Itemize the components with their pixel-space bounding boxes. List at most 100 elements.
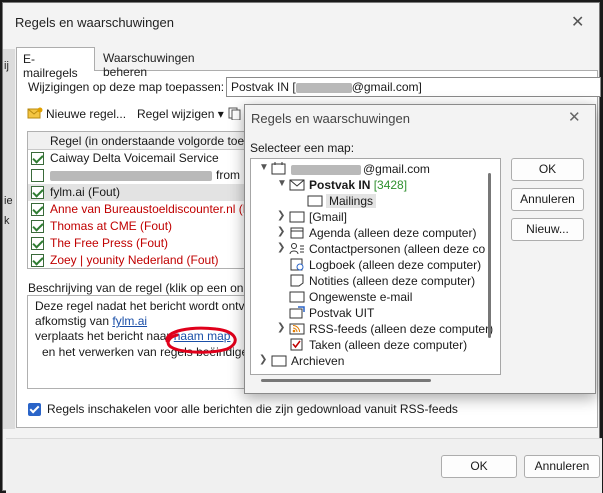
rule-name: fylm.ai (Fout): [50, 185, 121, 199]
select-folder-dialog: Regels en waarschuwingen ✕ Selecteer een…: [244, 104, 596, 394]
rule-row[interactable]: Anne van Bureaustoeldiscounter.nl (F: [28, 201, 254, 218]
folder-value-suffix: @gmail.com]: [351, 80, 422, 94]
chevron-down-icon: ▾: [217, 107, 224, 121]
mail-icon: [289, 179, 305, 191]
chevron-right-icon[interactable]: ❯: [277, 226, 287, 237]
account-label: @gmail.com: [363, 162, 430, 176]
contacts-icon: [289, 243, 304, 255]
chevron-right-icon[interactable]: ❯: [259, 354, 269, 365]
rule-name: Thomas at CME (Fout): [50, 219, 173, 233]
tree-item-label: Contactpersonen (alleen deze co: [309, 242, 486, 256]
folder-select[interactable]: Postvak IN [ @gmail.com]: [226, 77, 601, 97]
rule-name: Zoey | younity Nederland (Fout): [50, 253, 219, 267]
new-rule-label: Nieuwe regel...: [46, 107, 127, 121]
new-folder-button[interactable]: Nieuw...: [511, 218, 584, 241]
tree-item-label: Logboek (alleen deze computer): [309, 258, 482, 272]
description-text: afkomstig van: [35, 314, 113, 328]
tasks-icon: [290, 338, 303, 351]
tree-item-label: Postvak UIT: [309, 306, 375, 320]
apply-folder-label: Wijzigingen op deze map toepassen:: [28, 80, 225, 94]
calendar-icon: [290, 227, 304, 239]
folder-icon: [289, 211, 305, 223]
rule-description-label: Beschrijving van de regel (klik op een o…: [28, 281, 257, 295]
rss-icon: [289, 323, 305, 335]
rss-rules-label: Regels inschakelen voor alle berichten d…: [47, 402, 458, 416]
rule-checkbox[interactable]: [31, 169, 44, 182]
unread-count: [3428]: [373, 178, 408, 192]
account-icon: [271, 162, 286, 175]
notes-icon: [290, 274, 304, 287]
copy-icon: [228, 107, 241, 120]
tree-horizontal-scrollbar[interactable]: [261, 379, 431, 382]
description-text: verplaats het bericht naar: [35, 329, 174, 343]
inbox-label: Postvak IN: [309, 178, 371, 192]
edit-rule-label: Regel wijzigen: [137, 107, 215, 121]
tree-item-label: Archieven: [291, 354, 345, 368]
rule-name: Caiway Delta Voicemail Service: [50, 151, 219, 165]
dialog-title: Regels en waarschuwingen: [15, 15, 174, 30]
folder-icon: [307, 195, 323, 207]
rule-row[interactable]: Zoey | younity Nederland (Fout): [28, 252, 254, 268]
journal-icon: [290, 258, 304, 271]
ok-button[interactable]: OK: [511, 158, 584, 181]
close-icon[interactable]: ✕: [568, 108, 581, 126]
rule-name: Anne van Bureaustoeldiscounter.nl (F: [50, 202, 251, 216]
rule-checkbox[interactable]: [31, 152, 44, 165]
redacted-text: [291, 165, 361, 175]
rules-header-label: Regel (in onderstaande volgorde toeg: [50, 134, 251, 148]
folder-icon: [289, 291, 305, 303]
strip-text: ij: [4, 60, 9, 72]
outbox-icon: [289, 306, 305, 319]
tab-manage-alerts[interactable]: Waarschuwingen beheren: [97, 47, 239, 79]
strip-text: ie: [4, 195, 13, 207]
description-line: afkomstig van fylm.ai: [35, 314, 147, 328]
tree-item-label: Notities (alleen deze computer): [309, 274, 476, 288]
rule-row[interactable]: from C: [28, 167, 254, 184]
rule-row[interactable]: Caiway Delta Voicemail Service: [28, 150, 254, 167]
chevron-right-icon[interactable]: ❯: [277, 242, 287, 253]
tree-item-label: Mailings: [326, 194, 377, 208]
tab-email-rules[interactable]: E-mailregels: [16, 47, 95, 80]
dialog-title: Regels en waarschuwingen: [251, 111, 410, 126]
red-annotation-mark: [165, 326, 237, 354]
folder-tree[interactable]: ▼ @gmail.com ▼ Postvak IN [3428] Mailing…: [250, 158, 501, 375]
select-folder-label: Selecteer een map:: [250, 141, 355, 155]
redacted-text: [295, 82, 352, 93]
close-icon[interactable]: ✕: [571, 12, 584, 32]
rule-name: The Free Press (Fout): [50, 236, 169, 250]
cancel-button[interactable]: Annuleren: [524, 455, 600, 478]
folder-value-prefix: Postvak IN [: [231, 80, 296, 94]
tree-item-label: Postvak IN [3428]: [309, 178, 407, 192]
ok-button[interactable]: OK: [441, 455, 517, 478]
chevron-down-icon[interactable]: ▼: [259, 162, 269, 173]
chevron-right-icon[interactable]: ❯: [277, 210, 287, 221]
chevron-right-icon[interactable]: ❯: [277, 322, 287, 333]
tree-item-label: RSS-feeds (alleen deze computer): [309, 322, 494, 336]
tree-item-label: Agenda (alleen deze computer): [309, 226, 477, 240]
rule-checkbox[interactable]: [31, 203, 44, 216]
description-line: Deze regel nadat het bericht wordt ontva: [35, 299, 252, 313]
rules-list[interactable]: Regel (in onderstaande volgorde toeg Cai…: [27, 131, 255, 269]
tree-item-label: [Gmail]: [309, 210, 348, 224]
tree-item-label: Ongewenste e-mail: [309, 290, 413, 304]
background-window-strip: ij ie k: [3, 49, 15, 429]
tree-vertical-scrollbar[interactable]: [488, 173, 491, 338]
tree-item-label: Taken (alleen deze computer): [309, 338, 468, 352]
edit-rule-button[interactable]: Regel wijzigen ▾: [137, 107, 224, 121]
rule-row[interactable]: fylm.ai (Fout): [28, 184, 254, 201]
rss-rules-checkbox[interactable]: [28, 403, 41, 416]
cancel-button[interactable]: Annuleren: [511, 188, 584, 211]
new-rule-button[interactable]: Nieuwe regel...: [27, 107, 126, 121]
rule-checkbox[interactable]: [31, 220, 44, 233]
rule-row[interactable]: Thomas at CME (Fout): [28, 218, 254, 235]
folder-icon: [271, 355, 287, 367]
rule-checkbox[interactable]: [31, 237, 44, 250]
rules-column-header[interactable]: Regel (in onderstaande volgorde toeg: [28, 132, 254, 150]
rule-row[interactable]: The Free Press (Fout): [28, 235, 254, 252]
strip-text: k: [4, 215, 10, 227]
new-rule-icon: [27, 107, 43, 119]
chevron-down-icon[interactable]: ▼: [277, 178, 287, 189]
rule-checkbox[interactable]: [31, 186, 44, 199]
sender-link[interactable]: fylm.ai: [112, 314, 147, 328]
rule-checkbox[interactable]: [31, 254, 44, 267]
